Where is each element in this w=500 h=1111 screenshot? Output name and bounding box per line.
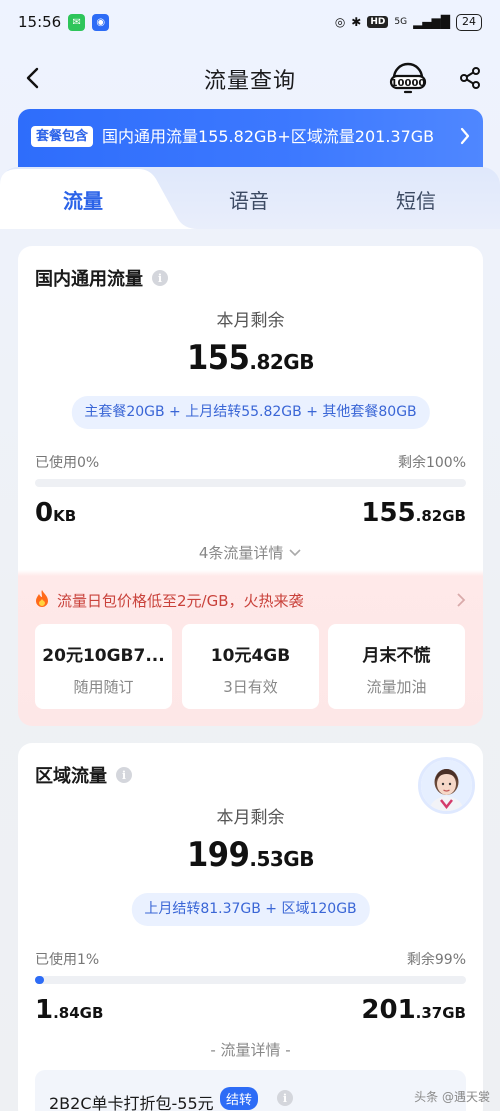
- used-percent-label: 已使用1%: [35, 952, 100, 968]
- card-title: 区域流量 i: [35, 762, 132, 788]
- domestic-data-card: 国内通用流量 i 本月剩余 155.82GB 主套餐20GB + 上月结转55.…: [18, 246, 483, 726]
- remain-percent-label: 剩余100%: [397, 455, 466, 471]
- remaining-amount: 155.82GB: [18, 338, 483, 378]
- used-unit: KB: [53, 507, 77, 525]
- info-icon[interactable]: i: [277, 1090, 293, 1106]
- details-link[interactable]: - 流量详情 -: [18, 1039, 483, 1060]
- app-notification-icon: ◉: [92, 13, 110, 31]
- used-amount: 0KB: [35, 498, 76, 528]
- remaining-dec: .53GB: [249, 847, 314, 871]
- offer-subtitle: 流量加油: [366, 678, 427, 696]
- offer-title: 月末不慌: [362, 646, 431, 666]
- hd-icon: HD: [367, 16, 389, 28]
- details-text: 4条流量详情: [198, 544, 284, 562]
- offer-card[interactable]: 月末不慌 流量加油: [328, 624, 465, 709]
- svg-text:10000: 10000: [391, 78, 426, 89]
- tab-bar: 流量 语音 短信: [0, 167, 500, 229]
- offer-title: 10元4GB: [210, 646, 291, 666]
- remain-percent-label: 剩余99%: [406, 952, 466, 968]
- chevron-down-icon: [289, 549, 301, 557]
- regional-data-card: 区域流量 i 本月剩余 199.53GB 上月结转81.37GB + 区域120…: [18, 743, 483, 1111]
- nfc-icon: ◎: [334, 15, 346, 29]
- remaining-int: 199: [187, 835, 250, 875]
- bluetooth-icon: ✱: [351, 15, 362, 29]
- fire-icon: [35, 589, 49, 611]
- usage-progress-fill: [35, 976, 44, 984]
- offer-subtitle: 随用随订: [73, 678, 134, 696]
- customer-service-button[interactable]: 10000: [388, 60, 428, 96]
- wechat-icon: ✉: [68, 13, 86, 31]
- remaining-dec: .82GB: [249, 350, 314, 374]
- package-summary-banner[interactable]: 套餐包含 国内通用流量155.82GB+区域流量201.37GB: [18, 109, 483, 169]
- total-dec: .82GB: [415, 507, 466, 525]
- info-icon[interactable]: i: [116, 767, 132, 783]
- remaining-int: 155: [187, 338, 250, 378]
- share-button[interactable]: [452, 60, 488, 96]
- back-button[interactable]: [16, 62, 48, 94]
- promo-row[interactable]: 流量日包价格低至2元/GB，火热来袭: [35, 588, 466, 612]
- regional-title: 区域流量: [35, 766, 107, 787]
- chevron-right-icon: [460, 127, 470, 145]
- composition-pill: 上月结转81.37GB + 区域120GB: [131, 893, 370, 926]
- assistant-avatar-image: [421, 760, 472, 811]
- tab-data[interactable]: 流量: [23, 185, 143, 214]
- watermark: 头条 @遇天裳: [414, 1090, 490, 1104]
- nav-bar: 流量查询 10000: [0, 50, 500, 106]
- total-int: 201: [361, 995, 416, 1025]
- total-amount: 201.37GB: [361, 995, 466, 1025]
- package-row-label: 2B2C单卡打折包-55元: [49, 1094, 214, 1111]
- assistant-avatar[interactable]: [418, 757, 475, 814]
- domestic-title: 国内通用流量: [35, 269, 143, 290]
- chevron-right-icon: [457, 593, 466, 607]
- package-summary-text: 国内通用流量155.82GB+区域流量201.37GB: [102, 127, 435, 146]
- used-int: 0: [35, 498, 54, 528]
- remaining-label: 本月剩余: [216, 311, 285, 331]
- headset-10000-icon: 10000: [389, 62, 427, 94]
- remaining-amount: 199.53GB: [18, 835, 483, 875]
- usage-progress-bar: [35, 479, 466, 487]
- card-title: 国内通用流量 i: [35, 265, 168, 291]
- usage-progress-bar: [35, 976, 466, 984]
- composition-pill: 主套餐20GB + 上月结转55.82GB + 其他套餐80GB: [71, 396, 430, 429]
- offer-card[interactable]: 10元4GB 3日有效: [182, 624, 319, 709]
- share-icon: [460, 67, 480, 89]
- remaining-label: 本月剩余: [216, 808, 285, 828]
- battery-icon: 24: [456, 13, 482, 31]
- info-icon[interactable]: i: [152, 270, 168, 286]
- package-row[interactable]: 2B2C单卡打折包-55元 结转 i: [35, 1070, 466, 1111]
- used-int: 1: [35, 995, 54, 1025]
- tab-voice[interactable]: 语音: [189, 185, 309, 214]
- total-amount: 155.82GB: [361, 498, 466, 528]
- used-percent-label: 已使用0%: [35, 455, 100, 471]
- network-label: 5G: [394, 17, 408, 27]
- offer-card[interactable]: 20元10GB7... 随用随订: [35, 624, 172, 709]
- total-dec: .37GB: [415, 1004, 466, 1022]
- signal-icon: ▂▄▆█: [413, 15, 450, 29]
- used-dec: .84GB: [53, 1004, 104, 1022]
- clock: 15:56: [18, 13, 62, 31]
- details-link[interactable]: 4条流量详情: [18, 542, 483, 563]
- tab-sms[interactable]: 短信: [356, 185, 476, 214]
- rollover-badge: 结转: [220, 1087, 259, 1110]
- chevron-left-icon: [26, 67, 39, 89]
- status-bar: 15:56 ✉ ◉ ◎ ✱ HD 5G ▂▄▆█ 24: [0, 0, 500, 44]
- offer-title: 20元10GB7...: [42, 646, 165, 666]
- promo-text: 流量日包价格低至2元/GB，火热来袭: [57, 591, 304, 610]
- used-amount: 1.84GB: [35, 995, 103, 1025]
- offer-subtitle: 3日有效: [223, 678, 278, 696]
- package-tag: 套餐包含: [31, 126, 94, 147]
- total-int: 155: [361, 498, 416, 528]
